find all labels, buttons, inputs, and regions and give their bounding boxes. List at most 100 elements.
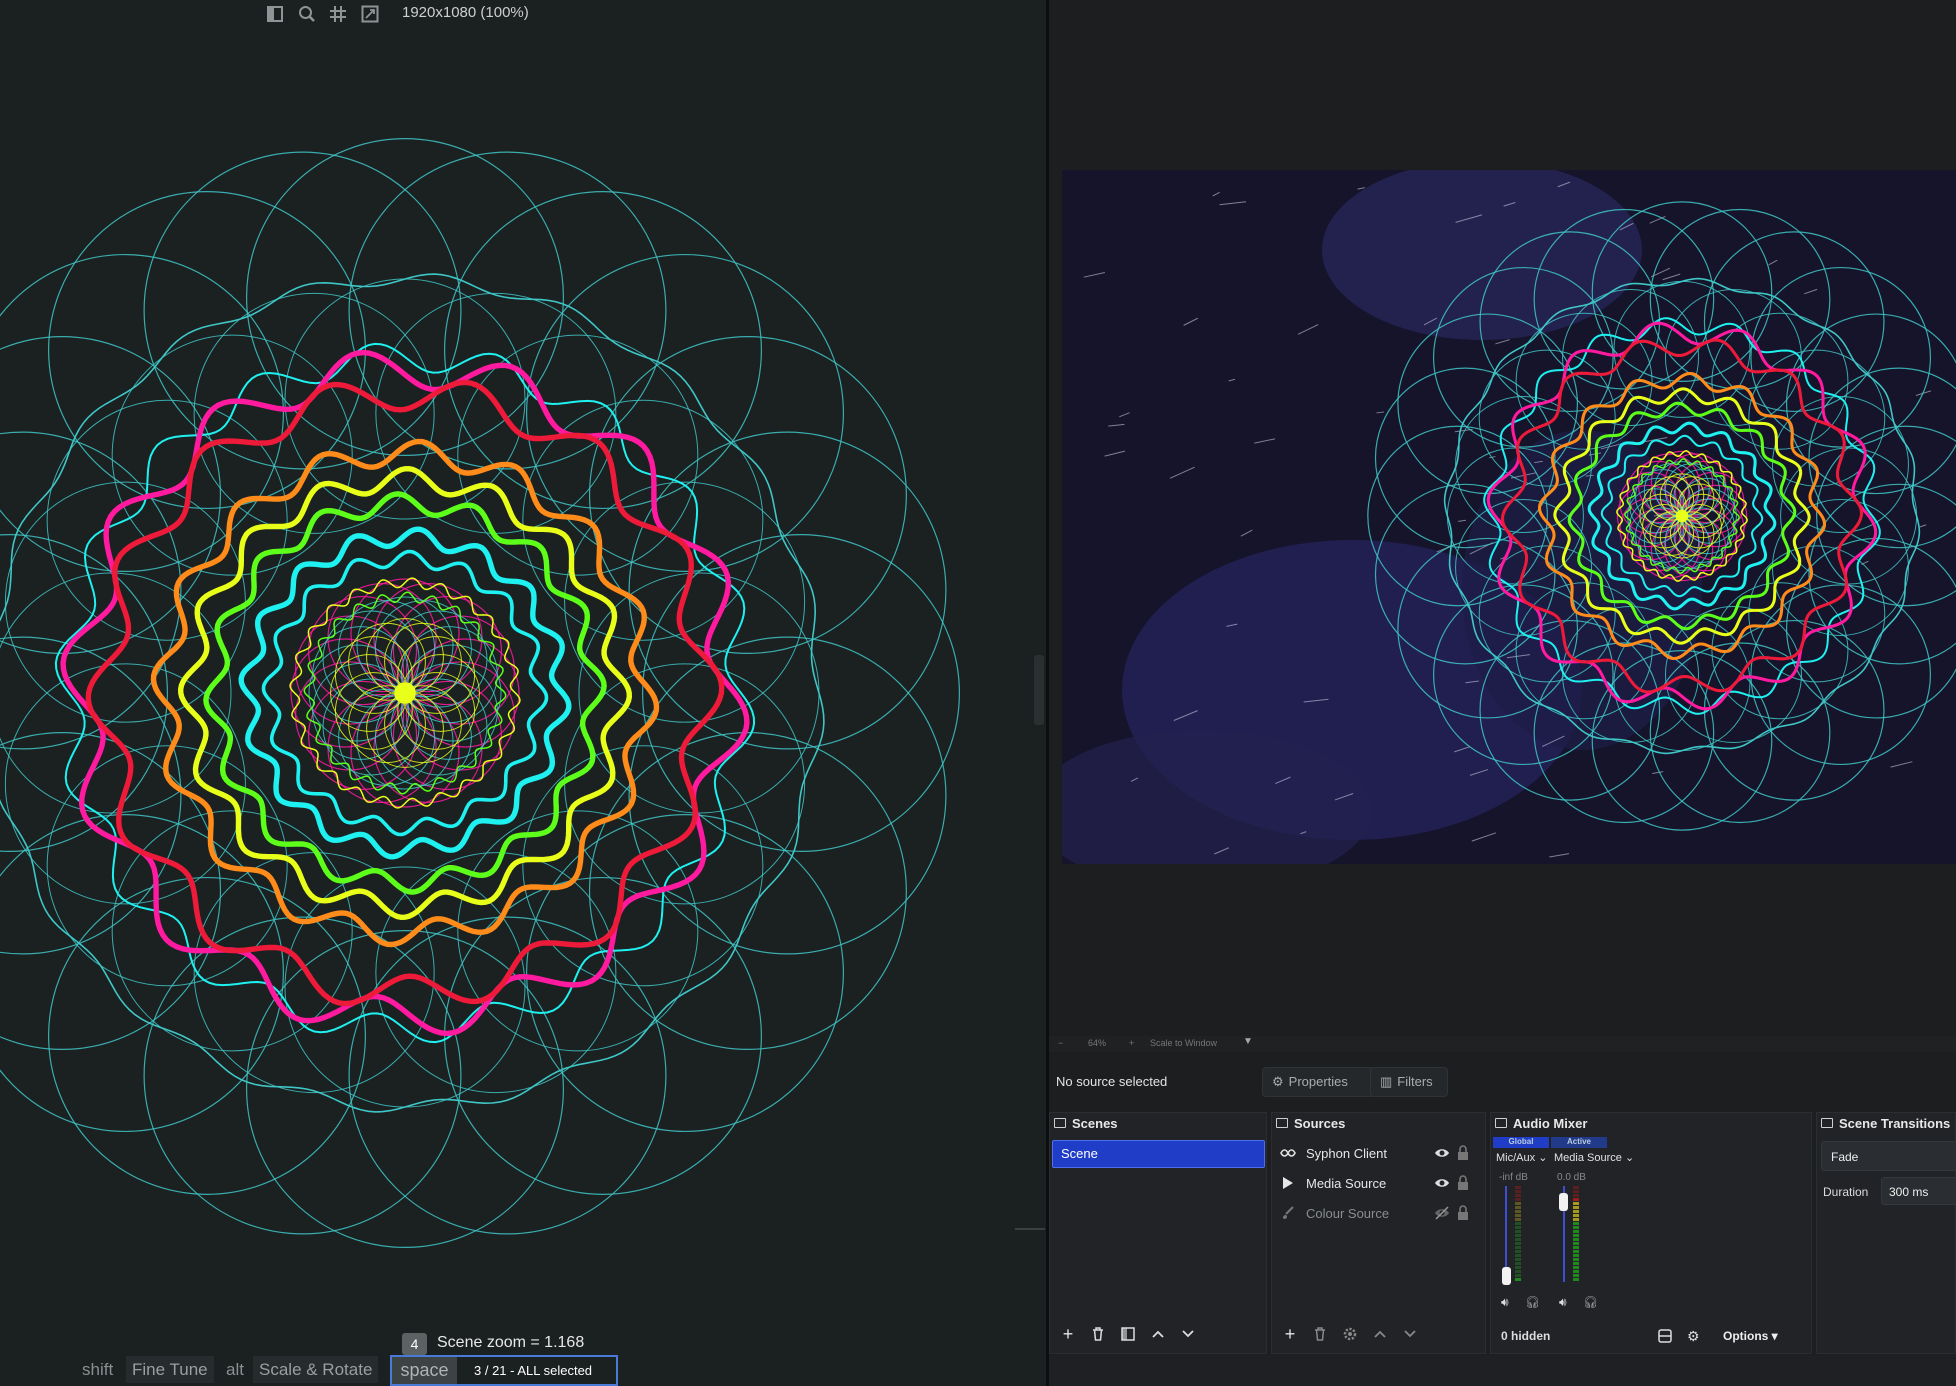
meter-segment [1515, 1210, 1521, 1213]
panel-collapse-handle[interactable] [1034, 655, 1044, 725]
pattern-editor-canvas[interactable]: 1920x1080 (100%) 4 Scene zoom = 1.168 sh… [0, 0, 1046, 1386]
source-name: Media Source [1306, 1175, 1387, 1191]
zoom-out-button[interactable]: − [1058, 1038, 1063, 1048]
grid-icon[interactable] [326, 2, 350, 26]
selection-status[interactable]: space 3 / 21 - ALL selected [390, 1355, 618, 1386]
dock-float-icon[interactable] [1495, 1118, 1507, 1128]
transitions-title: Scene Transitions [1839, 1115, 1951, 1131]
mandala-canvas[interactable] [0, 0, 1046, 1386]
properties-button[interactable]: ⚙ Properties [1262, 1067, 1379, 1097]
filter-icon: ▥ [1380, 1074, 1393, 1089]
meter-segment [1515, 1246, 1521, 1249]
options-button[interactable]: Options ▾ [1723, 1329, 1778, 1343]
meter-segment [1515, 1206, 1521, 1209]
scene-transitions-dock: Scene Transitions Fade Duration 300 ms [1816, 1112, 1956, 1354]
gear-icon[interactable] [1338, 1322, 1362, 1346]
mid-petal-ring [111, 810, 353, 1052]
eye-hidden-icon[interactable] [1434, 1205, 1450, 1221]
play-icon [1278, 1175, 1298, 1191]
meter-segment [1573, 1198, 1579, 1201]
filters-button[interactable]: ▥ Filters [1370, 1067, 1448, 1097]
lock-icon[interactable] [1456, 1205, 1470, 1221]
source-row-syphon[interactable]: Syphon Client [1278, 1141, 1478, 1165]
dock-float-icon[interactable] [1821, 1118, 1833, 1128]
meter-segment [1515, 1274, 1521, 1277]
chevron-down-icon: ⌄ [1624, 1152, 1635, 1164]
fit-screen-icon[interactable] [358, 2, 382, 26]
dock-float-icon[interactable] [1276, 1118, 1288, 1128]
outer-petal-ring [588, 336, 907, 654]
shift-key-hint: shift [82, 1360, 114, 1379]
meter-segment [1573, 1242, 1579, 1245]
mandala-center [1675, 509, 1689, 523]
eye-icon[interactable] [1434, 1175, 1450, 1191]
meter-segment [1515, 1218, 1521, 1221]
transition-type-select[interactable]: Fade [1821, 1141, 1956, 1171]
core-petal-magenta [350, 578, 460, 688]
mixer-layout-icon[interactable] [1657, 1328, 1673, 1344]
meter-segment [1515, 1242, 1521, 1245]
scene-filter-icon[interactable] [1116, 1322, 1140, 1346]
monitor-off-icon[interactable]: 🎧︎ [1525, 1295, 1540, 1309]
duration-label: Duration [1823, 1185, 1869, 1199]
source-row-colour[interactable]: Colour Source [1278, 1201, 1478, 1225]
eye-icon[interactable] [1434, 1145, 1450, 1161]
source-row-media[interactable]: Media Source [1278, 1171, 1478, 1195]
audio-mixer-dock: Audio Mixer Global Active Mic/Aux ⌄ Medi… [1490, 1112, 1812, 1354]
meter-segment [1515, 1250, 1521, 1253]
media-source-select[interactable]: Media Source ⌄ [1554, 1151, 1634, 1164]
chevron-down-icon[interactable]: ▼ [1243, 1036, 1253, 1047]
add-source-button[interactable]: + [1278, 1322, 1302, 1346]
trash-icon[interactable] [1308, 1322, 1332, 1346]
zoom-in-button[interactable]: + [1129, 1038, 1134, 1048]
advanced-audio-icon[interactable]: ⚙ [1687, 1328, 1703, 1344]
move-down-icon[interactable] [1176, 1322, 1200, 1346]
context-bar [1049, 1063, 1956, 1103]
dock-float-icon[interactable] [1054, 1118, 1066, 1128]
move-up-icon[interactable] [1146, 1322, 1170, 1346]
media-db-readout: 0.0 dB [1557, 1172, 1586, 1183]
meter-segment [1573, 1254, 1579, 1257]
meter-segment [1573, 1226, 1579, 1229]
program-preview[interactable] [1062, 170, 1956, 864]
lock-icon[interactable] [1456, 1175, 1470, 1191]
meter-segment [1573, 1202, 1579, 1205]
meter-segment [1515, 1226, 1521, 1229]
core-petal-magenta [410, 638, 520, 748]
meter-segment [1573, 1270, 1579, 1273]
meter-segment [1515, 1278, 1521, 1281]
duration-input[interactable]: 300 ms [1881, 1177, 1956, 1205]
speaker-icon[interactable]: 🔊︎ [1501, 1295, 1509, 1310]
speaker-icon[interactable]: 🔊︎ [1559, 1295, 1567, 1310]
move-up-icon[interactable] [1368, 1322, 1392, 1346]
source-name: Syphon Client [1306, 1145, 1387, 1161]
add-scene-button[interactable]: + [1056, 1322, 1080, 1346]
search-icon[interactable] [295, 2, 319, 26]
media-fader[interactable] [1559, 1193, 1568, 1211]
meter-segment [1573, 1222, 1579, 1225]
sidebar-icon[interactable] [263, 2, 287, 26]
meter-segment [1515, 1198, 1521, 1201]
scene-list-item[interactable]: Scene [1052, 1140, 1265, 1168]
scale-mode-select[interactable]: Scale to Window [1150, 1038, 1217, 1048]
selection-count: 3 / 21 - ALL selected [474, 1363, 593, 1378]
trash-icon[interactable] [1086, 1322, 1110, 1346]
core-petal-magenta [350, 698, 460, 808]
mic-aux-select[interactable]: Mic/Aux ⌄ [1496, 1151, 1547, 1164]
lock-icon[interactable] [1456, 1145, 1470, 1161]
meter-segment [1573, 1190, 1579, 1193]
move-down-icon[interactable] [1398, 1322, 1422, 1346]
outer-petal-ring [0, 814, 284, 1132]
mic-fader[interactable] [1502, 1267, 1511, 1285]
outer-petal-ring [526, 814, 845, 1133]
meter-segment [1573, 1258, 1579, 1261]
mid-petal-ring [522, 745, 764, 987]
scenes-toolbar: + [1050, 1315, 1266, 1353]
monitor-off-icon[interactable]: 🎧︎ [1583, 1295, 1598, 1309]
gear-icon: ⚙ [1272, 1074, 1284, 1089]
zoom-level: 64% [1088, 1038, 1107, 1048]
meter-segment [1573, 1206, 1579, 1209]
meter-segment [1515, 1238, 1521, 1241]
sources-title: Sources [1294, 1115, 1346, 1131]
alt-key-hint: alt [226, 1360, 244, 1379]
